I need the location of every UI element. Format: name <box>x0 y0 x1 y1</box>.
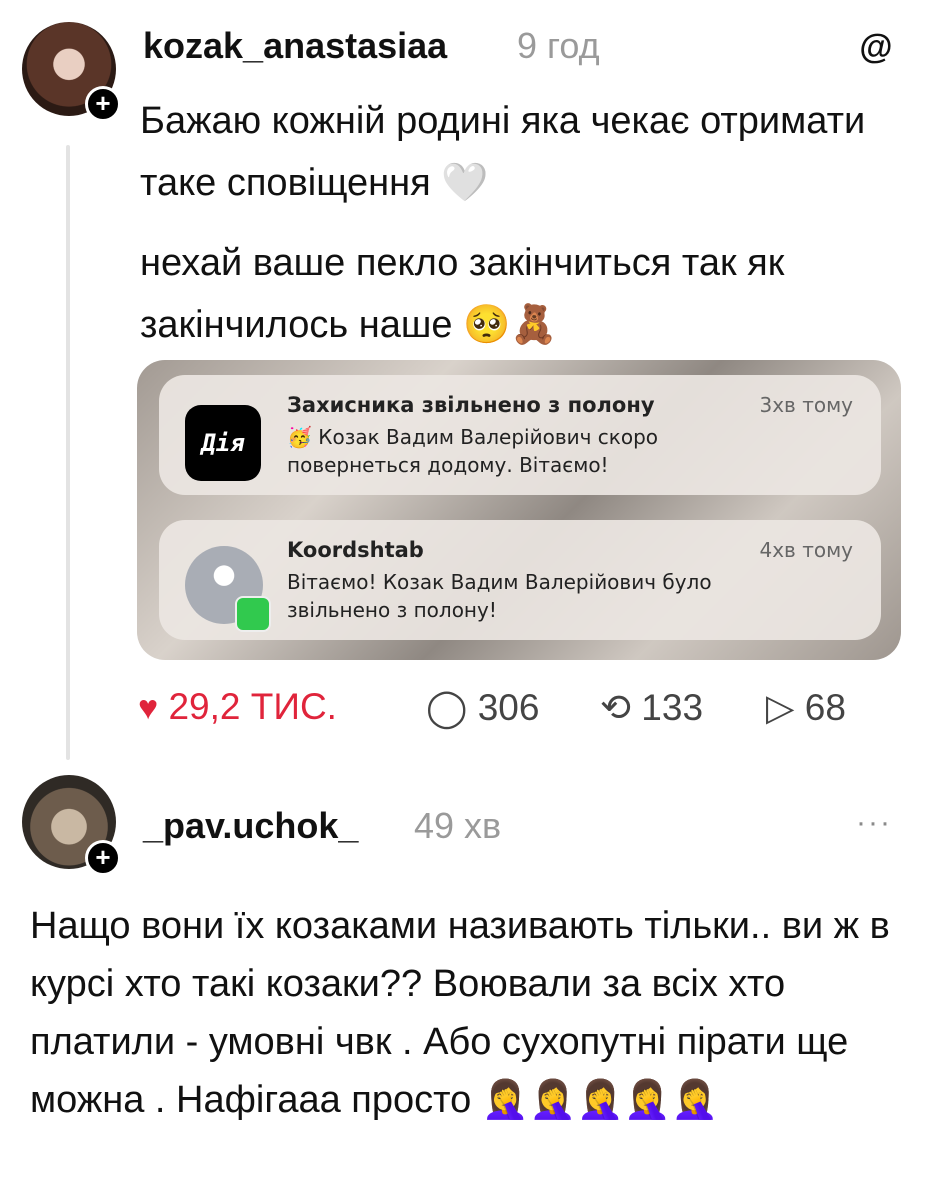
notification-card-koordshtab: Koordshtab 4хв тому Вітаємо! Козак Вадим… <box>159 520 881 640</box>
notification-card-diia: Дія Захисника звільнено з полону 3хв том… <box>159 375 881 495</box>
like-count: 29,2 ТИС. <box>168 686 337 727</box>
notification-body: Вітаємо! Козак Вадим Валерійович було зв… <box>287 570 712 622</box>
share-button[interactable]: ▷ 68 <box>766 686 846 729</box>
post1-text-line2: нехай ваше пекло закінчиться так як закі… <box>140 242 785 346</box>
notification-title: Koordshtab <box>287 538 424 562</box>
more-options-icon[interactable]: ··· <box>856 806 892 840</box>
heart-icon: ♥ <box>138 689 159 727</box>
post2-username[interactable]: _pav.uchok_ <box>143 805 358 847</box>
share-count: 68 <box>804 687 846 728</box>
repost-icon: ⟲ <box>600 687 632 728</box>
share-icon: ▷ <box>766 687 795 728</box>
notification-title: Захисника звільнено з полону <box>287 393 655 417</box>
notification-time: 3хв тому <box>759 393 853 417</box>
post1-text-line1: Бажаю кожній родині яка чекає отримати т… <box>140 100 866 204</box>
notification-body: 🥳 Козак Вадим Валерійович скоро повернет… <box>287 425 659 477</box>
post2-time: 49 хв <box>414 805 502 846</box>
repost-count: 133 <box>641 687 704 728</box>
post1-thread-line <box>66 145 70 760</box>
repost-button[interactable]: ⟲ 133 <box>600 686 703 729</box>
post2-text: Нащо вони їх козаками називають тільки..… <box>30 905 890 1121</box>
comment-icon: ◯ <box>426 687 468 728</box>
post1-time: 9 год <box>517 25 600 66</box>
post1-follow-plus-icon[interactable]: + <box>85 86 121 122</box>
diia-app-icon: Дія <box>185 405 261 481</box>
comment-count: 306 <box>477 687 540 728</box>
threads-logo-icon[interactable]: @ <box>859 30 893 64</box>
post1-username[interactable]: kozak_anastasiaa <box>143 25 447 67</box>
messages-badge-icon <box>235 596 271 632</box>
like-button[interactable]: ♥ 29,2 ТИС. <box>138 686 337 728</box>
post1-image[interactable]: Дія Захисника звільнено з полону 3хв том… <box>137 360 901 660</box>
notification-time: 4хв тому <box>759 538 853 562</box>
post2-follow-plus-icon[interactable]: + <box>85 840 121 876</box>
comment-button[interactable]: ◯ 306 <box>426 686 539 729</box>
